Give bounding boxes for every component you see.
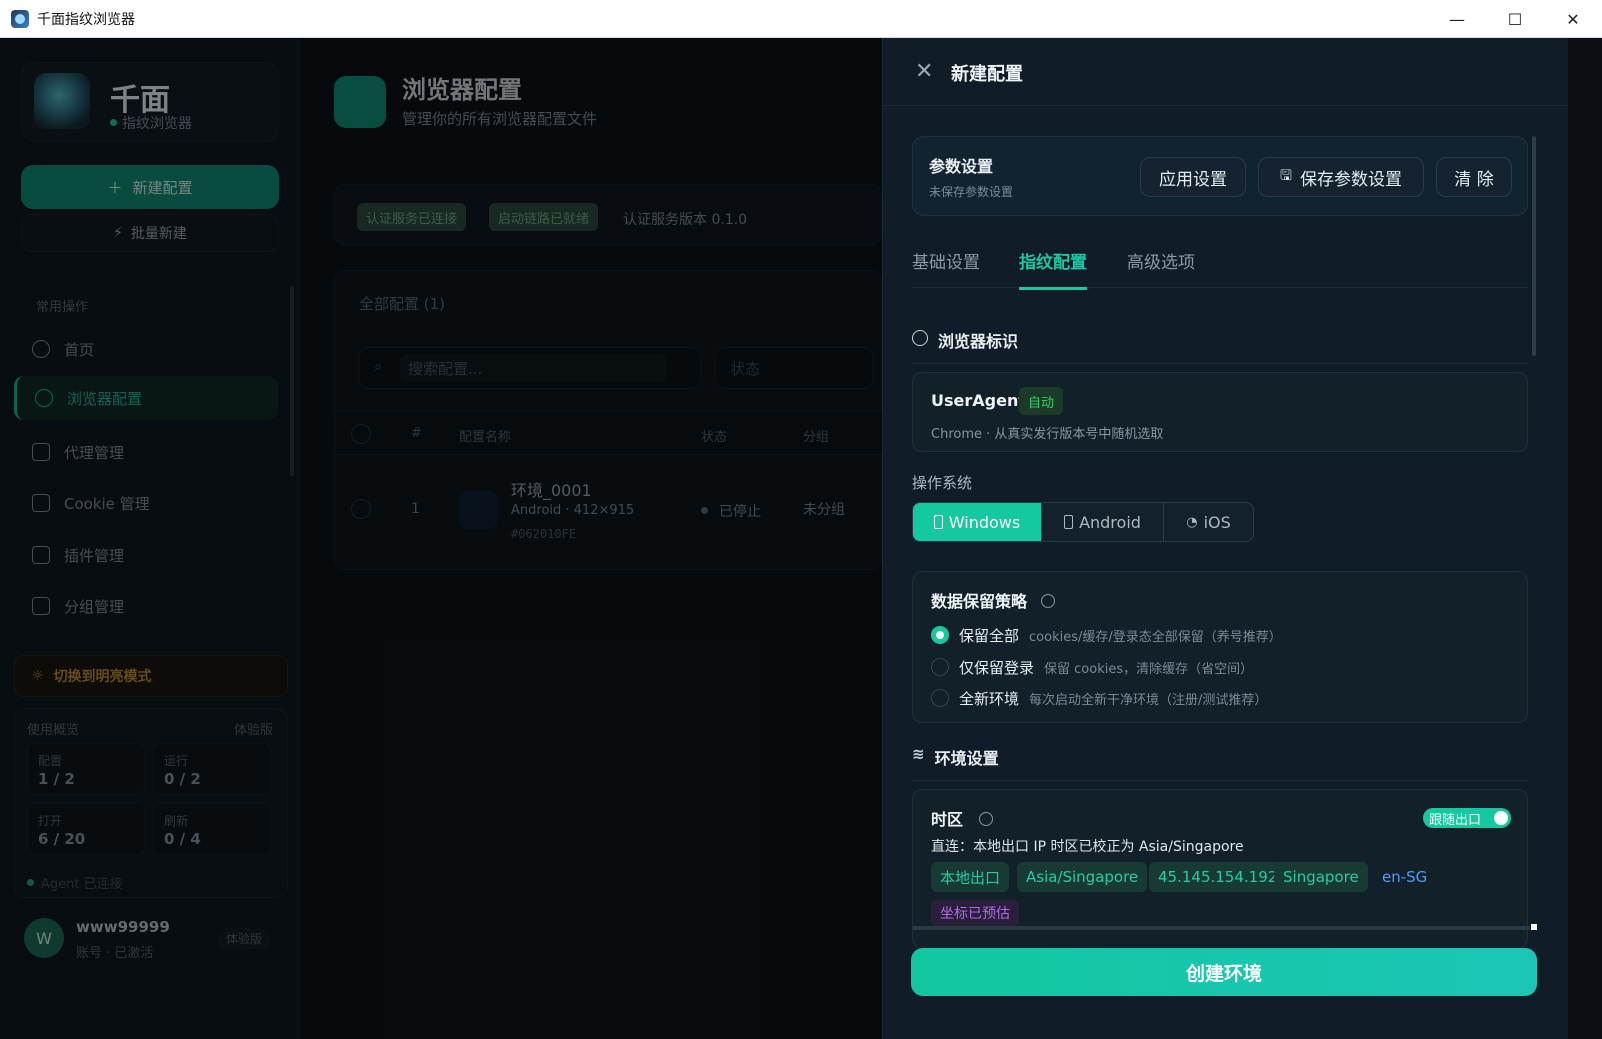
- windows-icon: [933, 515, 943, 529]
- window-edge: [1568, 38, 1602, 1039]
- follow-exit-toggle[interactable]: 跟随出口: [1423, 808, 1511, 828]
- toggle-knob: [1494, 811, 1508, 825]
- radio-unchecked[interactable]: [931, 689, 949, 707]
- timezone-tag: en-SG: [1382, 868, 1428, 886]
- useragent-card[interactable]: UserAgent 自动 Chrome · 从真实发行版本号中随机选取: [912, 372, 1528, 452]
- save-params-label: 保存参数设置: [1299, 169, 1402, 190]
- timezone-title-text: 时区: [931, 810, 964, 829]
- param-title: 参数设置: [929, 157, 994, 176]
- apple-icon: ◔: [1186, 514, 1198, 530]
- os-option-label: Windows: [948, 512, 1021, 532]
- os-option-android[interactable]: Android: [1042, 503, 1164, 541]
- os-segmented-control: Windows Android ◔ iOS: [912, 502, 1254, 542]
- minimize-button[interactable]: —: [1428, 0, 1486, 38]
- clear-button[interactable]: 清 除: [1436, 157, 1512, 197]
- radio-desc: 保留 cookies，清除缓存（省空间）: [1044, 661, 1254, 677]
- toggle-label: 跟随出口: [1429, 812, 1482, 828]
- tab-basic[interactable]: 基础设置: [912, 248, 980, 287]
- apply-settings-button[interactable]: 应用设置: [1140, 157, 1246, 197]
- param-settings-card: 参数设置 未保存参数设置 应用设置 🖫 保存参数设置 清 除: [912, 136, 1528, 216]
- globe-icon: [912, 330, 928, 346]
- phone-icon: [1064, 515, 1074, 529]
- section-title: 浏览器标识: [938, 332, 1019, 351]
- retention-option-keep-all[interactable]: 保留全部 cookies/缓存/登录态全部保留（养号推荐）: [931, 624, 1282, 646]
- radio-label: 全新环境: [959, 689, 1020, 708]
- os-option-label: iOS: [1203, 512, 1231, 532]
- os-option-ios[interactable]: ◔ iOS: [1164, 503, 1253, 541]
- window-titlebar: 千面指纹浏览器 — ☐ ✕: [0, 0, 1602, 38]
- window-title: 千面指纹浏览器: [37, 11, 135, 28]
- radio-desc: 每次启动全新干净环境（注册/测试推荐）: [1029, 692, 1268, 708]
- browser-id-section-title: 浏览器标识: [912, 328, 1528, 364]
- radio-label: 保留全部: [959, 626, 1020, 645]
- close-icon[interactable]: ✕: [915, 60, 933, 84]
- os-option-windows[interactable]: Windows: [913, 503, 1042, 541]
- maximize-button[interactable]: ☐: [1486, 0, 1544, 38]
- drawer-header: ✕ 新建配置: [883, 38, 1569, 106]
- info-icon[interactable]: [978, 812, 993, 826]
- timezone-tag: 45.145.154.192: [1149, 862, 1287, 892]
- useragent-auto-badge: 自动: [1019, 387, 1064, 415]
- retention-title: 数据保留策略: [931, 588, 1055, 612]
- clear-label: 清 除: [1454, 169, 1494, 190]
- drawer-tabs: 基础设置 指纹配置 高级选项: [912, 236, 1528, 290]
- apply-settings-label: 应用设置: [1159, 169, 1227, 190]
- os-label: 操作系统: [912, 474, 973, 492]
- tab-advanced[interactable]: 高级选项: [1127, 248, 1195, 287]
- radio-checked[interactable]: [931, 626, 949, 644]
- close-window-button[interactable]: ✕: [1544, 0, 1602, 38]
- env-section-title: ≋ 环境设置: [912, 745, 1528, 781]
- app-logo-icon: [11, 9, 29, 28]
- timezone-tag: 本地出口: [931, 862, 1010, 892]
- create-environment-button[interactable]: 创建环境: [911, 948, 1537, 996]
- retention-title-text: 数据保留策略: [931, 592, 1028, 611]
- data-retention-card: 数据保留策略 保留全部 cookies/缓存/登录态全部保留（养号推荐） 仅保留…: [912, 571, 1528, 723]
- save-params-button[interactable]: 🖫 保存参数设置: [1258, 157, 1424, 197]
- save-icon: 🖫: [1280, 168, 1292, 184]
- scrollbar-corner: [1531, 924, 1537, 930]
- retention-option-keep-login[interactable]: 仅保留登录 保留 cookies，清除缓存（省空间）: [931, 656, 1253, 678]
- useragent-title: UserAgent: [931, 391, 1026, 410]
- timezone-desc: 直连：本地出口 IP 时区已校正为 Asia/Singapore: [931, 839, 1244, 855]
- modal-overlay[interactable]: [0, 38, 882, 1039]
- timezone-title: 时区: [931, 806, 993, 830]
- param-subtitle: 未保存参数设置: [929, 185, 1014, 199]
- timezone-card: 时区 跟随出口 直连：本地出口 IP 时区已校正为 Asia/Singapore…: [912, 789, 1528, 949]
- timezone-tag: Singapore: [1274, 862, 1368, 892]
- coord-estimated-tag: 坐标已预估: [931, 900, 1019, 926]
- radio-desc: cookies/缓存/登录态全部保留（养号推荐）: [1029, 629, 1282, 645]
- info-icon[interactable]: [1040, 594, 1055, 608]
- drawer-scrollbar[interactable]: [1532, 136, 1536, 356]
- useragent-desc: Chrome · 从真实发行版本号中随机选取: [931, 427, 1164, 442]
- radio-label: 仅保留登录: [959, 658, 1035, 677]
- drawer-title: 新建配置: [951, 64, 1023, 85]
- wifi-icon: ≋: [912, 745, 925, 763]
- retention-option-fresh[interactable]: 全新环境 每次启动全新干净环境（注册/测试推荐）: [931, 687, 1267, 709]
- timezone-tag: Asia/Singapore: [1017, 862, 1148, 892]
- radio-unchecked[interactable]: [931, 658, 949, 676]
- tab-fingerprint[interactable]: 指纹配置: [1019, 248, 1087, 290]
- new-config-drawer: ✕ 新建配置 参数设置 未保存参数设置 应用设置 🖫 保存参数设置 清 除 基础…: [882, 38, 1569, 1039]
- os-option-label: Android: [1079, 512, 1141, 532]
- drawer-horizontal-scrollbar[interactable]: [912, 926, 1530, 930]
- section-title: 环境设置: [934, 749, 999, 768]
